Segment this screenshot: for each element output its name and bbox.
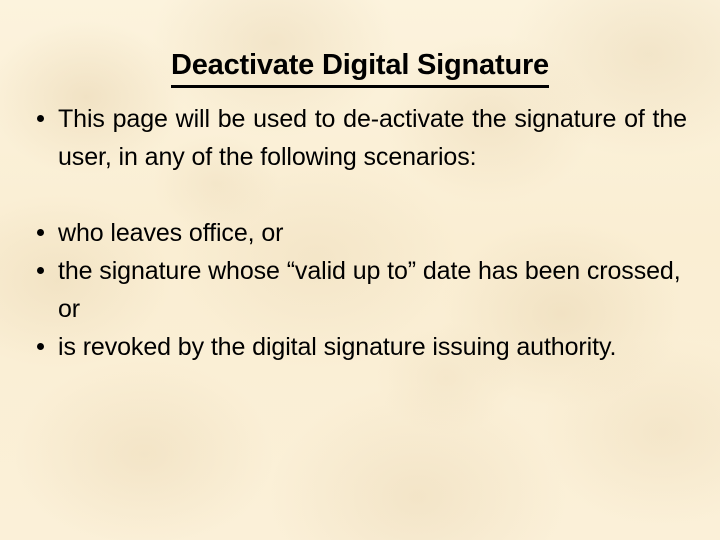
- slide-body: This page will be used to de-activate th…: [32, 100, 687, 366]
- bullet-dot-icon: [37, 229, 44, 236]
- list-item-text: is revoked by the digital signature issu…: [58, 333, 617, 361]
- list-item-text: who leaves office, or: [58, 219, 284, 247]
- bullet-dot-icon: [37, 267, 44, 274]
- slide-canvas: Deactivate Digital Signature This page w…: [0, 0, 720, 540]
- title-container: Deactivate Digital Signature: [0, 30, 720, 108]
- list-item: the signature whose “valid up to” date h…: [32, 252, 687, 328]
- list-item-text: the signature whose “valid up to” date h…: [58, 257, 681, 323]
- bullet-group-intro: This page will be used to de-activate th…: [32, 100, 687, 176]
- list-item-text: This page will be used to de-activate th…: [58, 105, 687, 171]
- bullet-dot-icon: [37, 115, 44, 122]
- bullet-group-scenarios: who leaves office, or the signature whos…: [32, 214, 687, 366]
- list-item: is revoked by the digital signature issu…: [32, 328, 687, 366]
- page-title: Deactivate Digital Signature: [171, 49, 549, 89]
- list-item: This page will be used to de-activate th…: [32, 100, 687, 176]
- list-item: who leaves office, or: [32, 214, 687, 252]
- bullet-dot-icon: [37, 343, 44, 350]
